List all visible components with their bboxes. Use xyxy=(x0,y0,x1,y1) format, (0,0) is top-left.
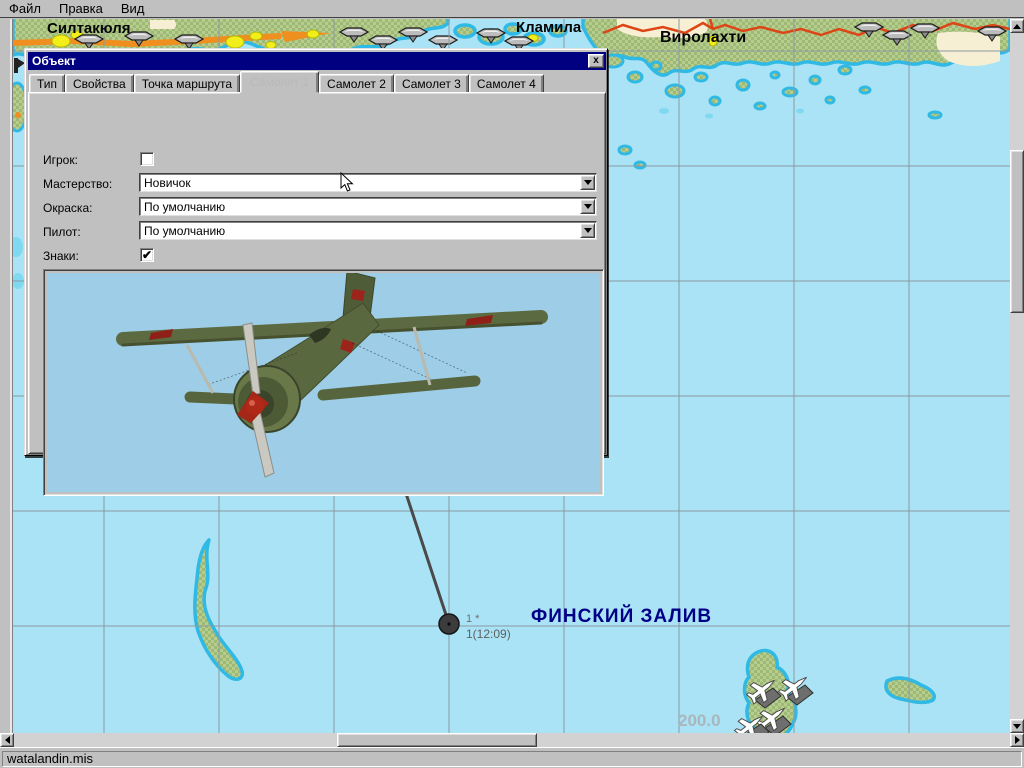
chevron-down-icon[interactable] xyxy=(580,175,595,190)
tab-aircraft-1[interactable]: Самолет 1 xyxy=(240,71,319,93)
waypoint-time-label: 1(12:09) xyxy=(466,627,511,641)
tab-type[interactable]: Тип xyxy=(29,74,65,93)
paint-dropdown[interactable]: По умолчанию xyxy=(139,197,597,216)
aircraft-preview xyxy=(43,269,604,496)
skill-value: Новичок xyxy=(144,176,191,190)
vertical-scroll-thumb[interactable] xyxy=(1010,150,1024,313)
status-filename: watalandin.mis xyxy=(2,751,1022,767)
player-label: Игрок: xyxy=(43,153,78,167)
pilot-value: По умолчанию xyxy=(144,224,225,238)
pilot-label: Пилот: xyxy=(43,225,81,239)
town-label-siltakyulya: Силтакюля xyxy=(47,20,131,37)
scroll-down-button[interactable] xyxy=(1010,719,1024,733)
markings-label: Знаки: xyxy=(43,249,79,263)
scroll-right-button[interactable] xyxy=(1010,733,1024,747)
horizontal-scroll-thumb[interactable] xyxy=(337,733,537,747)
paint-label: Окраска: xyxy=(43,201,92,215)
skill-label: Мастерство: xyxy=(43,177,112,191)
sea-label: ФИНСКИЙ ЗАЛИВ xyxy=(531,606,712,628)
object-dialog[interactable]: Объект x Тип Свойства Точка маршрута Сам… xyxy=(24,48,608,456)
pilot-dropdown[interactable]: По умолчанию xyxy=(139,221,597,240)
tab-aircraft-2[interactable]: Самолет 2 xyxy=(319,74,394,93)
aircraft-preview-image xyxy=(47,273,600,492)
chevron-down-icon[interactable] xyxy=(580,223,595,238)
tab-aircraft-4[interactable]: Самолет 4 xyxy=(469,74,544,93)
horizontal-scrollbar[interactable] xyxy=(0,733,1024,747)
dialog-title: Объект xyxy=(28,54,76,68)
town-label-klamila: Кламила xyxy=(516,19,581,36)
tab-aircraft-3[interactable]: Самолет 3 xyxy=(394,74,469,93)
menu-view[interactable]: Вид xyxy=(112,0,154,18)
player-checkbox[interactable] xyxy=(140,152,154,166)
menu-edit[interactable]: Правка xyxy=(50,0,112,18)
biplane-render xyxy=(47,273,600,492)
menu-bar: Файл Правка Вид xyxy=(0,0,1024,18)
town-label-virolahti: Виролахти xyxy=(660,29,746,47)
scroll-left-button[interactable] xyxy=(0,733,14,747)
skill-dropdown[interactable]: Новичок xyxy=(139,173,597,192)
chevron-down-icon[interactable] xyxy=(580,199,595,214)
vertical-scrollbar[interactable] xyxy=(1010,19,1024,733)
waypoint-index-label: 1 * xyxy=(466,613,479,625)
map-scale-label: 200.0 xyxy=(678,711,721,731)
mouse-cursor xyxy=(340,172,354,193)
tab-properties[interactable]: Свойства xyxy=(65,74,134,93)
status-bar: watalandin.mis xyxy=(0,747,1024,768)
waypoint-dot[interactable] xyxy=(439,614,459,634)
dialog-panel: Игрок: Мастерство: Новичок Окраска: По у… xyxy=(28,92,606,454)
tab-waypoint[interactable]: Точка маршрута xyxy=(134,74,240,93)
dialog-title-bar[interactable]: Объект x xyxy=(28,52,606,70)
close-icon[interactable]: x xyxy=(588,54,604,68)
menu-file[interactable]: Файл xyxy=(0,0,50,18)
scroll-up-button[interactable] xyxy=(1010,19,1024,33)
window-frame-left xyxy=(0,19,13,733)
dialog-tabs: Тип Свойства Точка маршрута Самолет 1 Са… xyxy=(29,71,605,93)
markings-checkbox[interactable]: ✔ xyxy=(140,248,154,262)
paint-value: По умолчанию xyxy=(144,200,225,214)
